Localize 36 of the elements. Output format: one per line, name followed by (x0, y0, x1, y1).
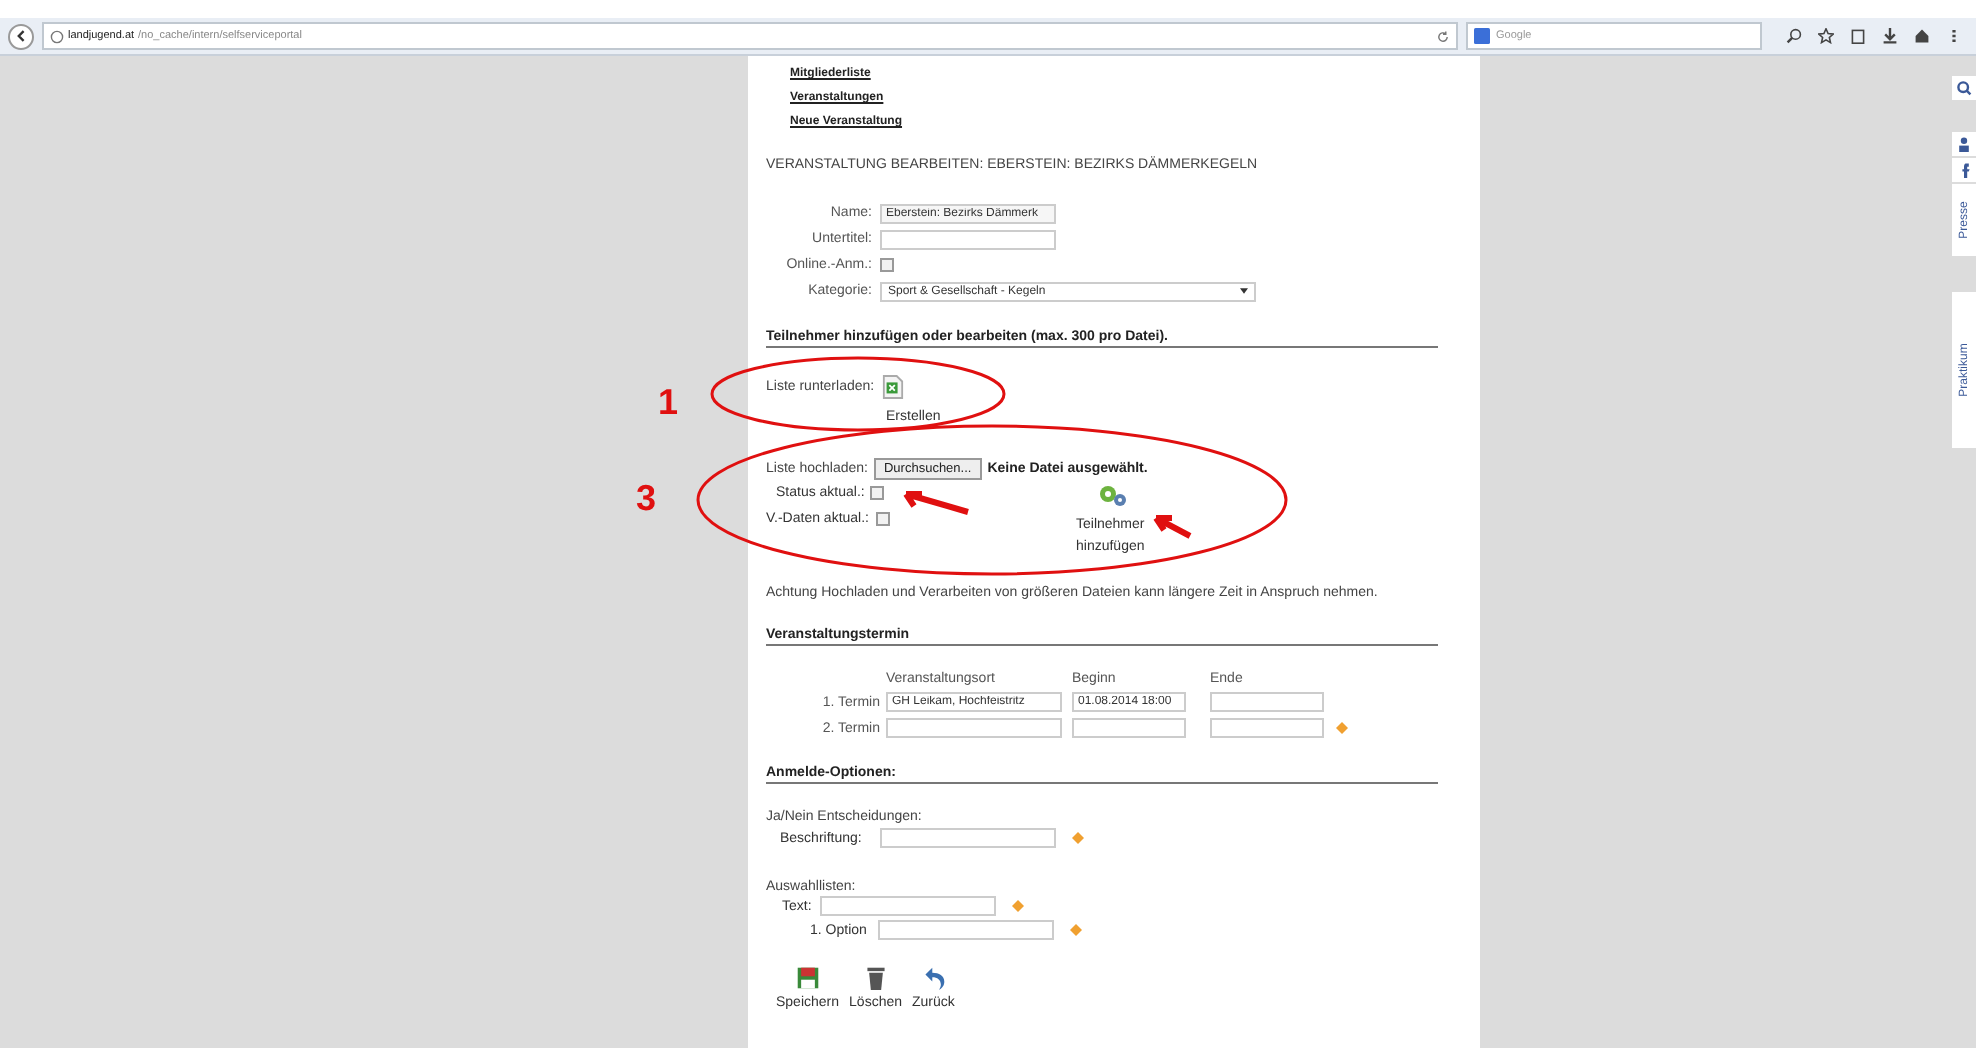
person-icon[interactable] (1952, 132, 1976, 156)
facebook-icon[interactable] (1952, 158, 1976, 182)
checkbox[interactable] (875, 512, 889, 526)
search-icon[interactable] (1786, 28, 1802, 44)
annotation-arrow (900, 488, 972, 516)
reload-icon[interactable] (1436, 29, 1450, 43)
add-icon[interactable] (1336, 722, 1348, 734)
back-arrow-icon[interactable] (921, 966, 946, 990)
gears-icon[interactable] (1096, 484, 1128, 508)
text-field[interactable] (819, 896, 996, 916)
option-field[interactable] (878, 920, 1054, 940)
add-icon[interactable] (1070, 924, 1082, 936)
annotation-number: 3 (636, 480, 657, 516)
trash-icon[interactable] (863, 966, 888, 990)
globe-icon (50, 29, 64, 43)
annotation-arrow (1150, 512, 1194, 540)
place-field[interactable] (886, 718, 1062, 738)
caret-icon (1240, 288, 1248, 294)
back-button[interactable] (8, 23, 34, 49)
add-icon[interactable] (1011, 900, 1024, 912)
menu-icon[interactable] (1946, 28, 1962, 44)
caption-field[interactable] (880, 828, 1056, 848)
search-engine-icon (1474, 28, 1490, 44)
start-field[interactable] (1072, 718, 1186, 738)
add-icon[interactable] (1072, 832, 1084, 844)
annotation-number: 1 (658, 384, 679, 420)
home-icon[interactable] (1914, 28, 1930, 44)
end-field[interactable] (1210, 692, 1324, 712)
text-field[interactable] (880, 229, 1056, 249)
checkbox[interactable] (870, 486, 885, 500)
end-field[interactable] (1210, 718, 1324, 738)
spreadsheet-icon[interactable] (882, 374, 905, 400)
download-icon[interactable] (1882, 28, 1898, 44)
star-icon[interactable] (1818, 28, 1834, 44)
checkbox[interactable] (880, 258, 894, 272)
search-icon[interactable] (1952, 76, 1976, 100)
